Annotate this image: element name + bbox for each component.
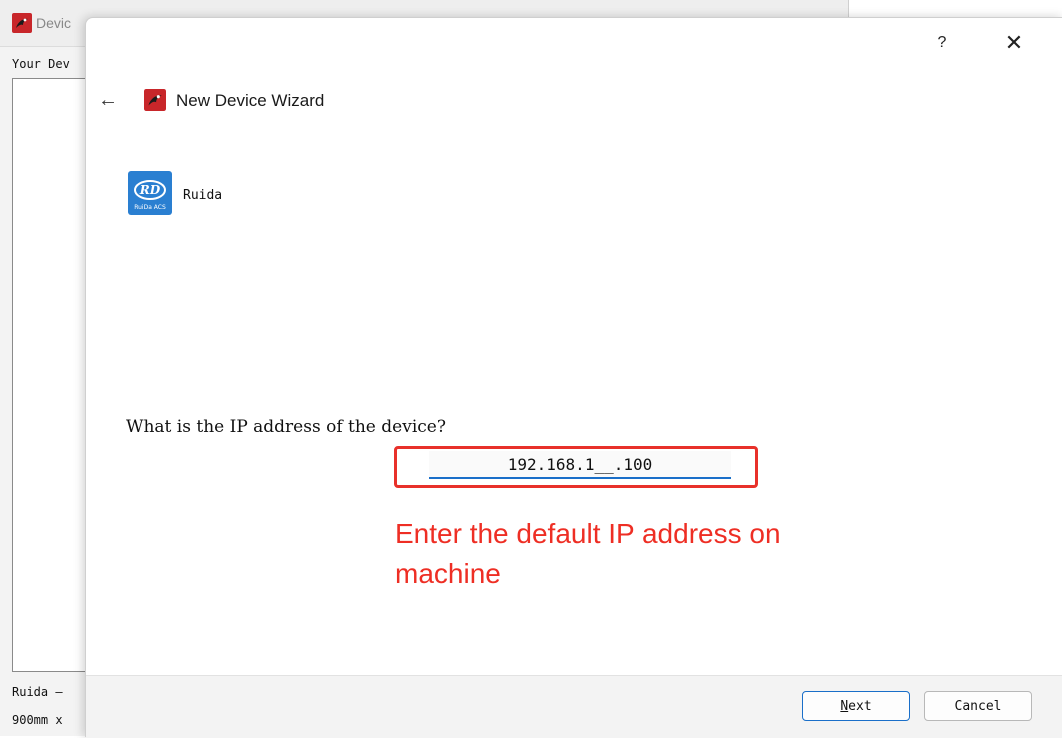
device-status-name: Ruida –	[12, 685, 63, 699]
annotation-line-2: machine	[395, 558, 501, 589]
logo-text: RD	[139, 183, 161, 197]
next-label: ext	[848, 698, 872, 714]
annotation-text: Enter the default IP address on machine	[395, 514, 915, 594]
annotation-line-1: Enter the default IP address on	[395, 518, 781, 549]
cancel-button[interactable]: Cancel	[924, 691, 1032, 721]
next-mnemonic: N	[840, 698, 849, 714]
devices-window-title: Devic	[36, 15, 72, 31]
wizard-title: New Device Wizard	[176, 91, 325, 110]
dialog-footer: Next Cancel	[86, 675, 1062, 738]
device-list-label: Your Dev	[12, 57, 70, 71]
ruida-logo-icon[interactable]: RD RuiDa ACS	[128, 171, 172, 215]
vendor-name[interactable]: Ruida	[183, 188, 222, 203]
app-icon	[12, 13, 32, 38]
next-button[interactable]: Next	[802, 691, 910, 721]
back-arrow-icon[interactable]: ←	[94, 86, 122, 114]
new-device-wizard-dialog: ? ✕ ← New Device Wizard RD RuiDa ACS Rui…	[85, 17, 1062, 738]
app-icon	[144, 89, 166, 116]
device-status-size: 900mm x	[12, 713, 63, 727]
logo-subtext: RuiDa ACS	[134, 204, 166, 211]
ip-question-label: What is the IP address of the device?	[126, 417, 446, 437]
ip-address-input[interactable]	[429, 451, 731, 479]
close-icon[interactable]: ✕	[994, 26, 1034, 60]
help-icon[interactable]: ?	[922, 26, 962, 60]
